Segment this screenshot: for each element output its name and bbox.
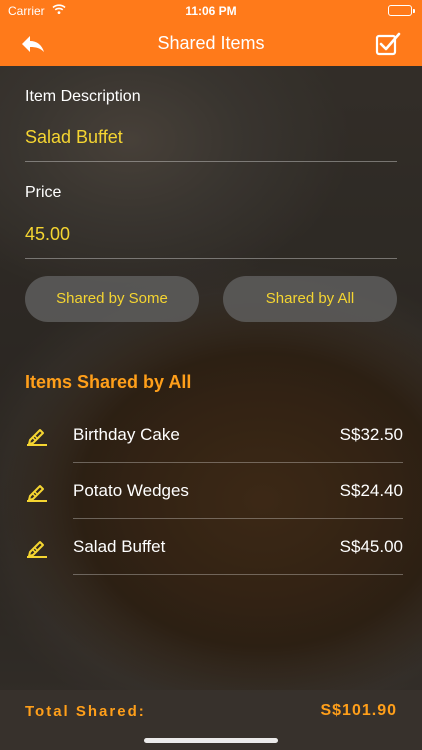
item-amount: S$45.00: [339, 537, 403, 556]
row-divider: [73, 574, 403, 575]
list-item[interactable]: Potato Wedges S$24.40: [25, 463, 403, 519]
status-bar: Carrier 11:06 PM: [0, 0, 422, 22]
edit-pencil-icon[interactable]: [25, 535, 49, 559]
total-value: S$101.90: [320, 702, 397, 719]
total-label: Total Shared:: [25, 703, 146, 720]
clock: 11:06 PM: [185, 4, 237, 18]
item-description-label: Item Description: [25, 88, 141, 105]
page-title: Shared Items: [157, 33, 265, 53]
price-input[interactable]: 45.00: [25, 224, 70, 245]
home-indicator: [144, 738, 278, 743]
battery-icon: [388, 5, 415, 16]
shared-by-all-button[interactable]: Shared by All: [223, 276, 397, 322]
navigation-bar: Shared Items: [0, 22, 422, 66]
checkbox-done-icon[interactable]: [374, 30, 402, 58]
item-amount: S$32.50: [339, 425, 403, 444]
item-name: Potato Wedges: [73, 481, 189, 500]
item-name: Birthday Cake: [73, 425, 180, 444]
price-divider: [25, 258, 397, 259]
item-amount: S$24.40: [339, 481, 403, 500]
item-description-divider: [25, 161, 397, 162]
price-label: Price: [25, 184, 62, 201]
section-title: Items Shared by All: [25, 372, 192, 392]
item-description-input[interactable]: Salad Buffet: [25, 127, 123, 148]
shared-by-some-button[interactable]: Shared by Some: [25, 276, 199, 322]
list-item[interactable]: Salad Buffet S$45.00: [25, 519, 403, 575]
edit-pencil-icon[interactable]: [25, 479, 49, 503]
list-item[interactable]: Birthday Cake S$32.50: [25, 407, 403, 463]
edit-pencil-icon[interactable]: [25, 423, 49, 447]
item-name: Salad Buffet: [73, 537, 166, 556]
